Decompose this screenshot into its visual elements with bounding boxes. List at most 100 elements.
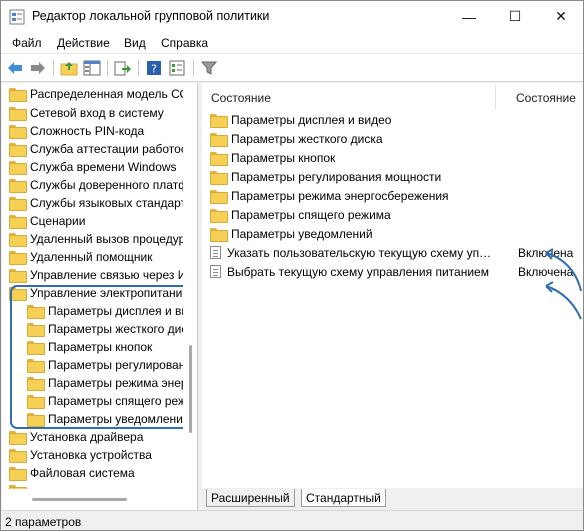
- folder-icon: [210, 170, 228, 185]
- toolbar: ?: [1, 54, 583, 82]
- column-header-name[interactable]: Состояние: [211, 91, 271, 105]
- folder-up-icon: [60, 62, 78, 76]
- list-item-setting[interactable]: Выбрать текущую схему управления питание…: [210, 262, 489, 281]
- tree-item[interactable]: Сетевой вход в систему: [9, 104, 164, 122]
- status-bar: 2 параметров: [1, 510, 583, 530]
- maximize-button[interactable]: ☐: [492, 1, 538, 32]
- properties-icon: [169, 60, 185, 76]
- column-divider[interactable]: [495, 85, 496, 109]
- tree-item[interactable]: Сложность PIN-кода: [9, 122, 144, 140]
- setting-state: Включена: [518, 265, 574, 279]
- tree-item[interactable]: Файловая система: [9, 464, 135, 482]
- highlight-frame: [10, 285, 196, 429]
- column-header-state[interactable]: Состояние: [516, 91, 576, 105]
- list-item-folder[interactable]: Параметры дисплея и видео: [210, 110, 391, 129]
- folder-icon: [9, 449, 27, 463]
- tree-item[interactable]: Удаленный вызов процедур: [9, 230, 185, 248]
- list-item-setting[interactable]: Указать пользовательскую текущую схему у…: [210, 243, 495, 262]
- tree-item[interactable]: Сценарии: [9, 212, 85, 230]
- menu-action[interactable]: Действие: [57, 36, 110, 50]
- folder-icon: [210, 189, 228, 204]
- folder-icon: [9, 233, 27, 247]
- folder-icon: [210, 132, 228, 147]
- folder-icon: [9, 431, 27, 445]
- tree-item[interactable]: Службы доверенного платформенного: [9, 176, 197, 194]
- status-text: 2 параметров: [5, 515, 82, 529]
- folder-icon: [9, 197, 27, 211]
- folder-icon: [210, 227, 228, 242]
- menu-help[interactable]: Справка: [161, 36, 208, 50]
- toolbar-separator: [107, 60, 108, 76]
- minimize-icon: —: [462, 8, 476, 25]
- main-window: Редактор локальной групповой политики — …: [0, 0, 584, 531]
- help-button[interactable]: ?: [144, 58, 164, 78]
- list-item-folder[interactable]: Параметры уведомлений: [210, 224, 373, 243]
- back-button[interactable]: [5, 58, 25, 78]
- close-icon: ✕: [555, 8, 567, 24]
- list-item-folder[interactable]: Параметры жесткого диска: [210, 129, 383, 148]
- setting-icon: [210, 246, 221, 259]
- properties-button[interactable]: [167, 58, 187, 78]
- tree-item[interactable]: Распределенная модель СО: [9, 85, 189, 103]
- tree-item[interactable]: Установка устройства: [9, 446, 152, 464]
- list-item-folder[interactable]: Параметры спящего режима: [210, 205, 391, 224]
- folder-icon: [9, 88, 27, 102]
- up-level-button[interactable]: [59, 58, 79, 78]
- tab-extended[interactable]: Расширенный: [206, 489, 295, 507]
- group-policy-icon: [9, 9, 25, 25]
- menu-bar: Файл Действие Вид Справка: [1, 32, 583, 54]
- tree-item[interactable]: Служба аттестации работоспособности: [9, 140, 197, 158]
- filter-button[interactable]: [199, 58, 219, 78]
- toolbar-separator: [193, 60, 194, 76]
- window-title: Редактор локальной групповой политики: [32, 9, 270, 23]
- help-icon: ?: [147, 61, 161, 76]
- list-item-folder[interactable]: Параметры режима энергосбережения: [210, 186, 449, 205]
- tree-vertical-scrollbar[interactable]: [183, 83, 197, 489]
- list-item-folder[interactable]: Параметры регулирования мощности: [210, 167, 441, 186]
- folder-icon: [9, 269, 27, 283]
- tree-item[interactable]: Управление связью через Интернет: [9, 266, 197, 284]
- export-list-button[interactable]: [113, 58, 133, 78]
- details-pane: Состояние Состояние Параметры дисплея и …: [202, 83, 583, 488]
- tab-standard[interactable]: Стандартный: [301, 489, 386, 507]
- setting-icon: [210, 265, 221, 278]
- folder-icon: [210, 113, 228, 128]
- arrow-left-icon: [8, 62, 22, 74]
- tree-item[interactable]: Удаленный помощник: [9, 248, 153, 266]
- folder-icon: [9, 179, 27, 193]
- show-hide-tree-button[interactable]: [82, 58, 102, 78]
- close-button[interactable]: ✕: [538, 1, 584, 32]
- folder-icon: [9, 215, 27, 229]
- menu-view[interactable]: Вид: [124, 36, 146, 50]
- tree-item[interactable]: Службы языковых стандартов: [9, 194, 197, 212]
- toolbar-separator: [53, 60, 54, 76]
- tree-item[interactable]: Установка драйвера: [9, 428, 143, 446]
- menu-file[interactable]: Файл: [12, 36, 42, 50]
- export-icon: [114, 61, 131, 76]
- folder-icon: [9, 143, 27, 157]
- maximize-icon: ☐: [508, 8, 522, 24]
- folder-icon: [210, 208, 228, 223]
- filter-icon: [201, 61, 217, 75]
- tree-horizontal-scrollbar[interactable]: [2, 489, 197, 511]
- forward-button[interactable]: [28, 58, 48, 78]
- scrollbar-thumb[interactable]: [189, 345, 192, 433]
- folder-icon: [9, 161, 27, 175]
- console-tree-icon: [83, 60, 101, 76]
- folder-icon: [9, 107, 27, 121]
- folder-icon: [9, 467, 27, 481]
- folder-icon: [9, 125, 27, 139]
- title-bar: Редактор локальной групповой политики — …: [1, 1, 583, 32]
- toolbar-separator: [138, 60, 139, 76]
- minimize-button[interactable]: —: [446, 1, 492, 32]
- svg-text:?: ?: [151, 63, 157, 76]
- tree-item[interactable]: Служба времени Windows: [9, 158, 177, 176]
- list-item-folder[interactable]: Параметры кнопок: [210, 148, 335, 167]
- arrow-right-icon: [31, 62, 45, 74]
- folder-icon: [9, 251, 27, 265]
- scrollbar-thumb[interactable]: [32, 498, 127, 501]
- folder-icon: [210, 151, 228, 166]
- setting-state: Включена: [518, 246, 574, 260]
- view-tabs: Расширенный Стандартный: [202, 488, 583, 509]
- console-tree: Распределенная модель СО Сетевой вход в …: [2, 83, 198, 511]
